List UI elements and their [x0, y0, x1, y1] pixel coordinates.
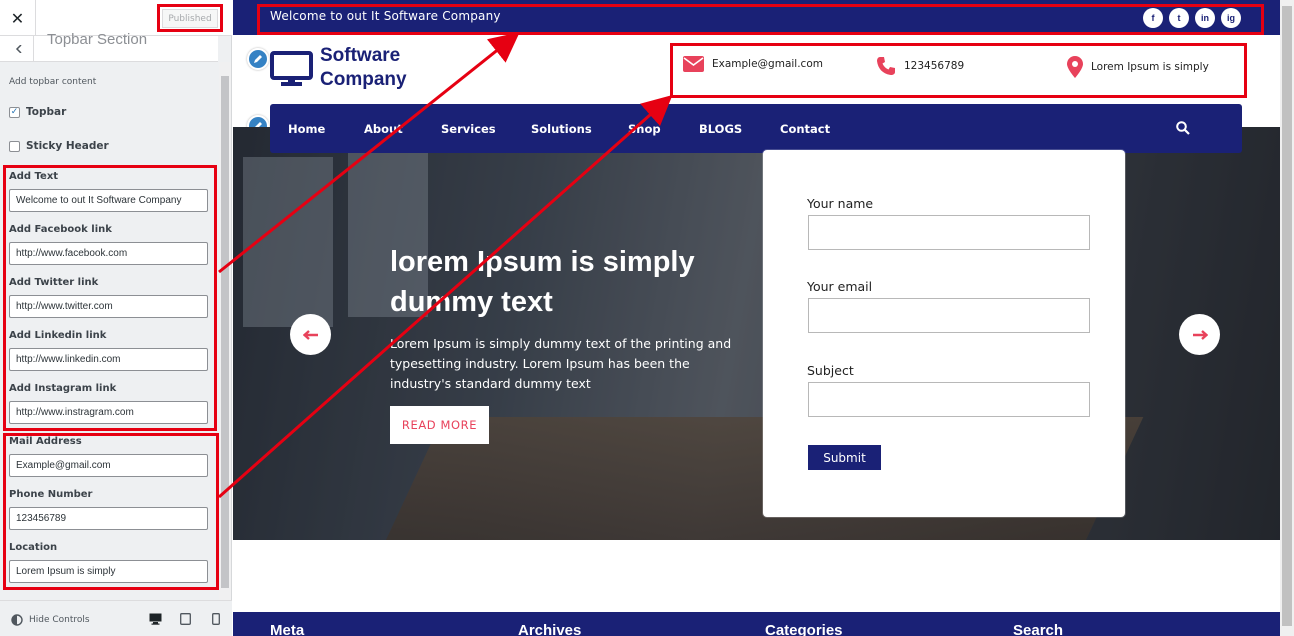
arrow-to-contact — [218, 95, 673, 499]
customizer-screen: ✕ Published Topbar Section Add topbar co… — [0, 0, 1294, 636]
arrow-to-topbar — [218, 32, 520, 274]
annotation-arrows — [218, 32, 673, 499]
